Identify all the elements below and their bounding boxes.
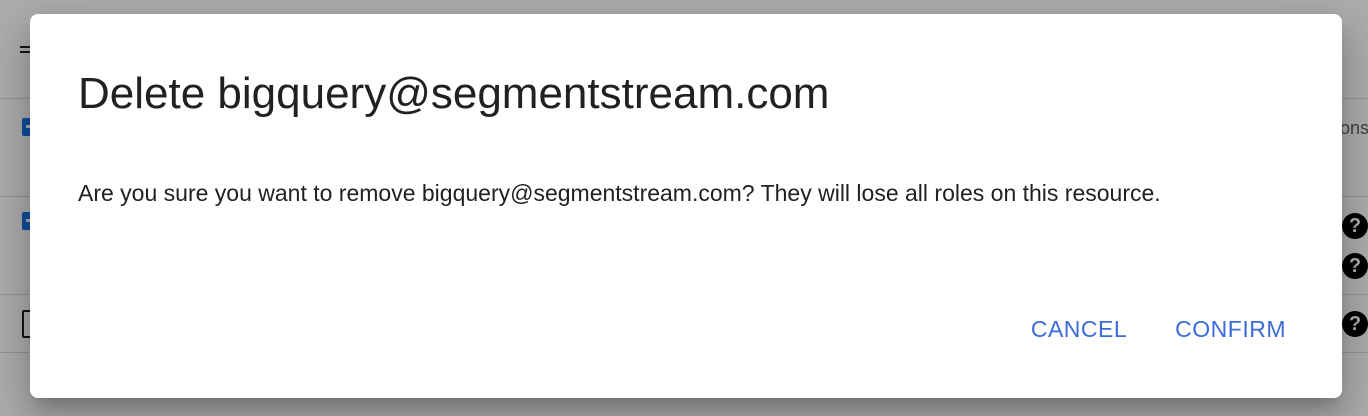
dialog-actions: CANCEL CONFIRM [1015, 310, 1302, 348]
dialog-message: Are you sure you want to remove bigquery… [78, 180, 1161, 206]
page: ons ? ? ? Delete bigquery@segmentstream.… [0, 0, 1368, 416]
delete-member-dialog: Delete bigquery@segmentstream.com Are yo… [30, 14, 1342, 398]
cancel-button[interactable]: CANCEL [1015, 310, 1143, 348]
confirm-button[interactable]: CONFIRM [1159, 310, 1302, 348]
dialog-title: Delete bigquery@segmentstream.com [78, 69, 830, 118]
